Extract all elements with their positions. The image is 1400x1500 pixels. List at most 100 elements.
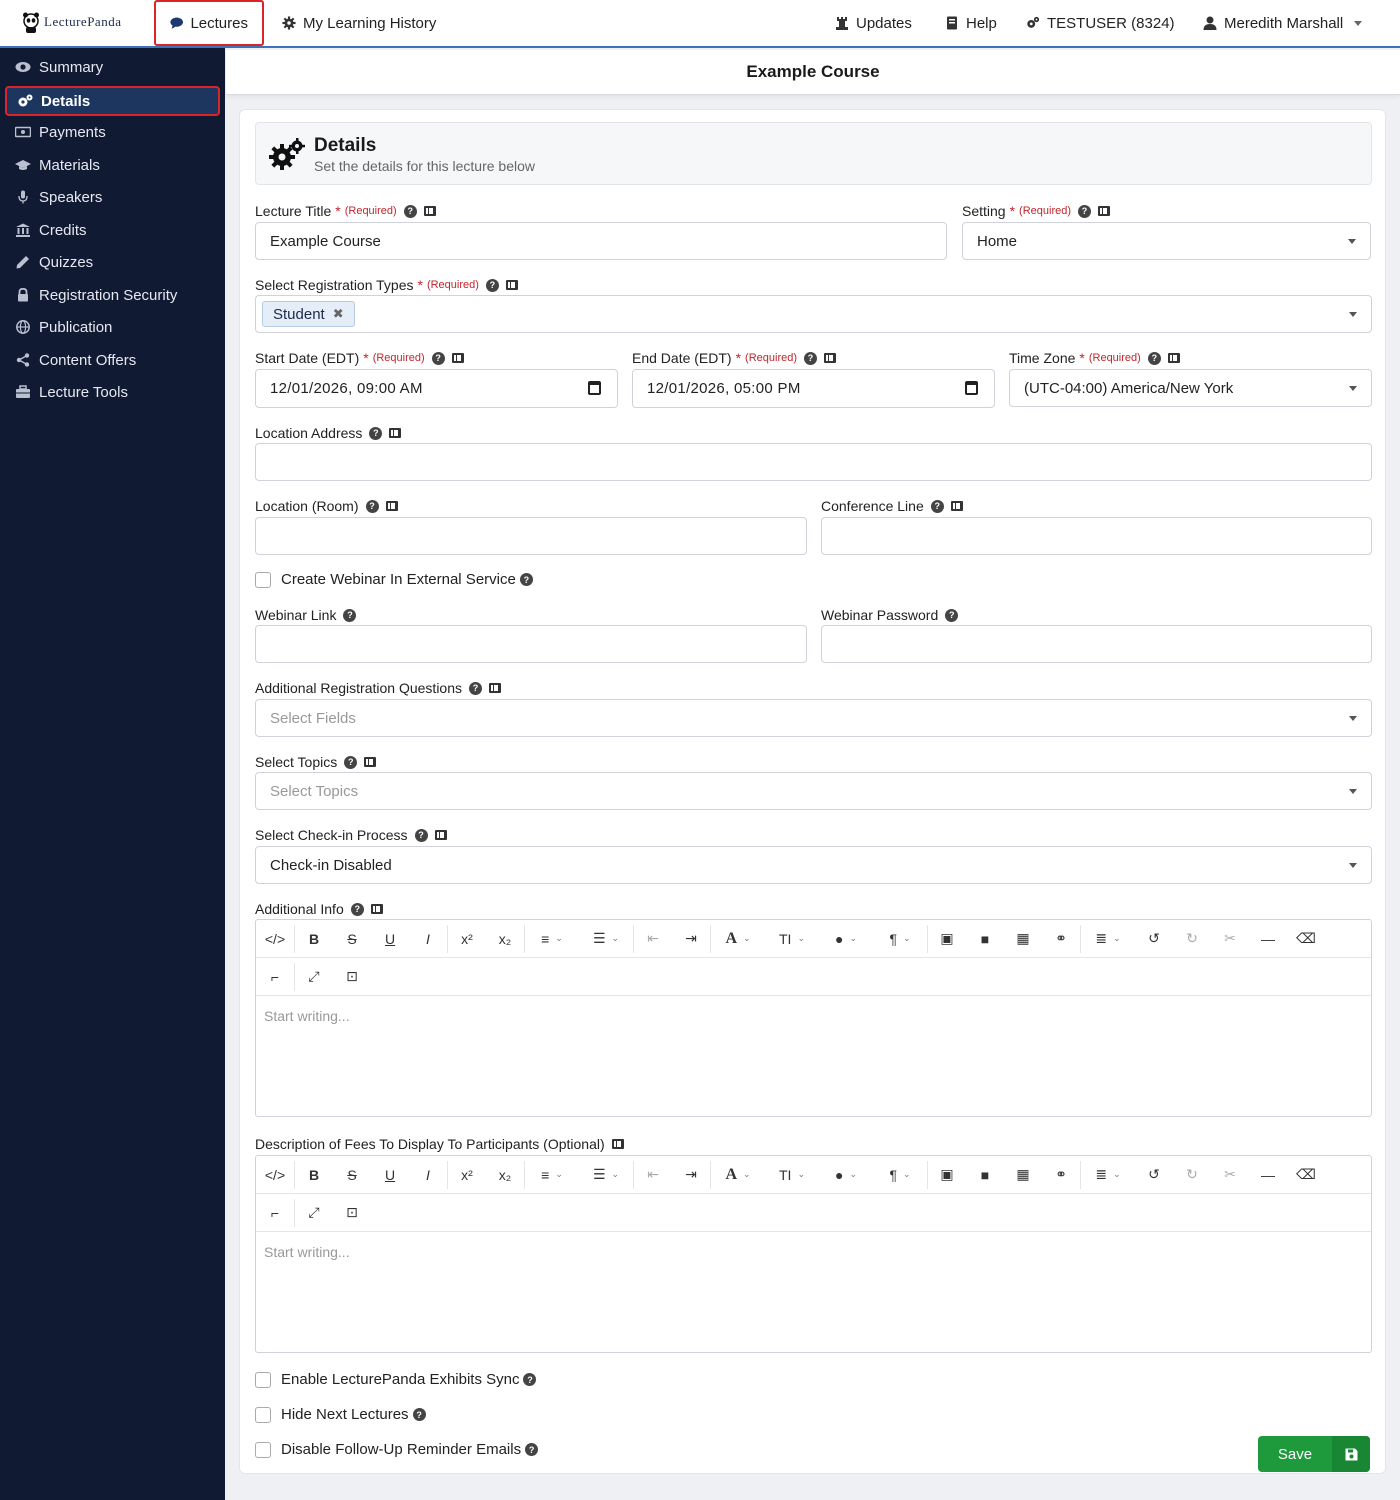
fullscreen-icon[interactable]: ⤢	[295, 1194, 333, 1232]
film-icon[interactable]	[434, 830, 447, 840]
font-family-icon[interactable]: A ⌄	[711, 920, 765, 958]
strikethrough-icon[interactable]: S	[333, 920, 371, 958]
sidebar-item-summary[interactable]: Summary	[5, 52, 220, 82]
create-webinar-checkbox[interactable]	[255, 571, 271, 588]
numbered-list-icon[interactable]: ☰ ⌄	[579, 1156, 633, 1194]
code-view-icon[interactable]: </>	[256, 1156, 294, 1194]
help-icon[interactable]: ?	[414, 828, 428, 842]
italic-icon[interactable]: I	[409, 1156, 447, 1194]
bullet-list-icon[interactable]: ≡ ⌄	[525, 1156, 579, 1194]
sidebar-item-credits[interactable]: Credits	[5, 215, 220, 245]
film-icon[interactable]	[950, 501, 963, 511]
hide-next-lectures-checkbox[interactable]	[255, 1406, 271, 1423]
paragraph-format-icon[interactable]: ¶ ⌄	[873, 1156, 927, 1194]
start-date-input[interactable]: 12/01/2026, 09:00 AM	[255, 369, 618, 408]
film-icon[interactable]	[364, 757, 377, 767]
topics-select[interactable]: Select Topics	[255, 772, 1372, 810]
help-icon[interactable]: ?	[369, 426, 383, 440]
superscript-icon[interactable]: x²	[448, 920, 486, 958]
paragraph-format-icon[interactable]: ¶ ⌄	[873, 920, 927, 958]
calendar-icon[interactable]	[965, 381, 978, 395]
help-icon[interactable]: ?	[350, 902, 364, 916]
cut-icon[interactable]: ✂	[1211, 1156, 1249, 1194]
indent-icon[interactable]: ⇥	[672, 920, 710, 958]
redo-icon[interactable]: ↻	[1173, 1156, 1211, 1194]
font-size-icon[interactable]: TI ⌄	[765, 1156, 819, 1194]
indent-icon[interactable]: ⇥	[672, 1156, 710, 1194]
help-icon[interactable]: ?	[344, 755, 358, 769]
table-icon[interactable]: ▦	[1004, 1156, 1042, 1194]
help-icon[interactable]: ?	[1078, 204, 1092, 218]
fees-description-textarea[interactable]: Start writing...	[256, 1232, 1371, 1352]
video-icon[interactable]: ■	[966, 1156, 1004, 1194]
clear-format-icon[interactable]: ⌫	[1287, 1156, 1325, 1194]
format-painter-icon[interactable]: ⌐	[256, 958, 294, 996]
film-icon[interactable]	[611, 1139, 624, 1149]
calendar-icon[interactable]	[588, 381, 601, 395]
additional-info-textarea[interactable]: Start writing...	[256, 996, 1371, 1116]
nav-help[interactable]: Help	[945, 0, 997, 46]
clear-format-icon[interactable]: ⌫	[1287, 920, 1325, 958]
help-icon[interactable]: ?	[519, 573, 533, 586]
film-icon[interactable]	[451, 353, 464, 363]
italic-icon[interactable]: I	[409, 920, 447, 958]
film-icon[interactable]	[370, 904, 383, 914]
logo[interactable]: LecturePanda	[22, 10, 121, 34]
image-icon[interactable]: ▣	[928, 920, 966, 958]
help-icon[interactable]: ?	[930, 499, 944, 513]
sidebar-item-speakers[interactable]: Speakers	[5, 182, 220, 212]
horizontal-line-icon[interactable]: —	[1249, 920, 1287, 958]
video-icon[interactable]: ■	[966, 920, 1004, 958]
help-icon[interactable]: ?	[523, 1373, 537, 1386]
checkin-select[interactable]: Check-in Disabled	[255, 846, 1372, 884]
fullscreen-icon[interactable]: ⤢	[295, 958, 333, 996]
help-icon[interactable]: ?	[431, 351, 445, 365]
film-icon[interactable]	[505, 280, 518, 290]
select-all-icon[interactable]: ⊡	[333, 958, 371, 996]
code-view-icon[interactable]: </>	[256, 920, 294, 958]
location-address-input[interactable]	[255, 443, 1372, 481]
film-icon[interactable]	[385, 501, 398, 511]
help-icon[interactable]: ?	[485, 278, 499, 292]
nav-account-org[interactable]: TESTUSER (8324)	[1026, 0, 1175, 46]
film-icon[interactable]	[824, 353, 837, 363]
additional-questions-select[interactable]: Select Fields	[255, 699, 1372, 737]
help-icon[interactable]: ?	[525, 1443, 539, 1456]
bullet-list-icon[interactable]: ≡ ⌄	[525, 920, 579, 958]
text-color-icon[interactable]: ● ⌄	[819, 1156, 873, 1194]
location-room-input[interactable]	[255, 517, 807, 555]
film-icon[interactable]	[423, 206, 436, 216]
setting-select[interactable]: Home	[962, 222, 1371, 260]
strikethrough-icon[interactable]: S	[333, 1156, 371, 1194]
film-icon[interactable]	[1167, 353, 1180, 363]
sidebar-item-details[interactable]: Details	[5, 86, 220, 116]
superscript-icon[interactable]: x²	[448, 1156, 486, 1194]
webinar-password-input[interactable]	[821, 625, 1372, 663]
help-icon[interactable]: ?	[1147, 351, 1161, 365]
align-icon[interactable]: ≣ ⌄	[1081, 1156, 1135, 1194]
webinar-link-input[interactable]	[255, 625, 807, 663]
help-icon[interactable]: ?	[343, 608, 357, 622]
subscript-icon[interactable]: x₂	[486, 1156, 524, 1194]
film-icon[interactable]	[489, 683, 502, 693]
font-size-icon[interactable]: TI ⌄	[765, 920, 819, 958]
help-icon[interactable]: ?	[804, 351, 818, 365]
underline-icon[interactable]: U	[371, 1156, 409, 1194]
link-icon[interactable]: ⚭	[1042, 920, 1080, 958]
sidebar-item-content-offers[interactable]: Content Offers	[5, 345, 220, 375]
outdent-icon[interactable]: ⇤	[634, 1156, 672, 1194]
time-zone-select[interactable]: (UTC-04:00) America/New York	[1009, 369, 1372, 407]
undo-icon[interactable]: ↺	[1135, 1156, 1173, 1194]
help-icon[interactable]: ?	[945, 608, 959, 622]
outdent-icon[interactable]: ⇤	[634, 920, 672, 958]
sidebar-item-quizzes[interactable]: Quizzes	[5, 247, 220, 277]
sidebar-item-payments[interactable]: Payments	[5, 117, 220, 147]
font-family-icon[interactable]: A ⌄	[711, 1156, 765, 1194]
cut-icon[interactable]: ✂	[1211, 920, 1249, 958]
nav-tab-learning-history[interactable]: My Learning History	[268, 0, 450, 46]
align-icon[interactable]: ≣ ⌄	[1081, 920, 1135, 958]
help-icon[interactable]: ?	[469, 681, 483, 695]
redo-icon[interactable]: ↻	[1173, 920, 1211, 958]
film-icon[interactable]	[389, 428, 402, 438]
nav-tab-lectures[interactable]: Lectures	[154, 0, 264, 46]
